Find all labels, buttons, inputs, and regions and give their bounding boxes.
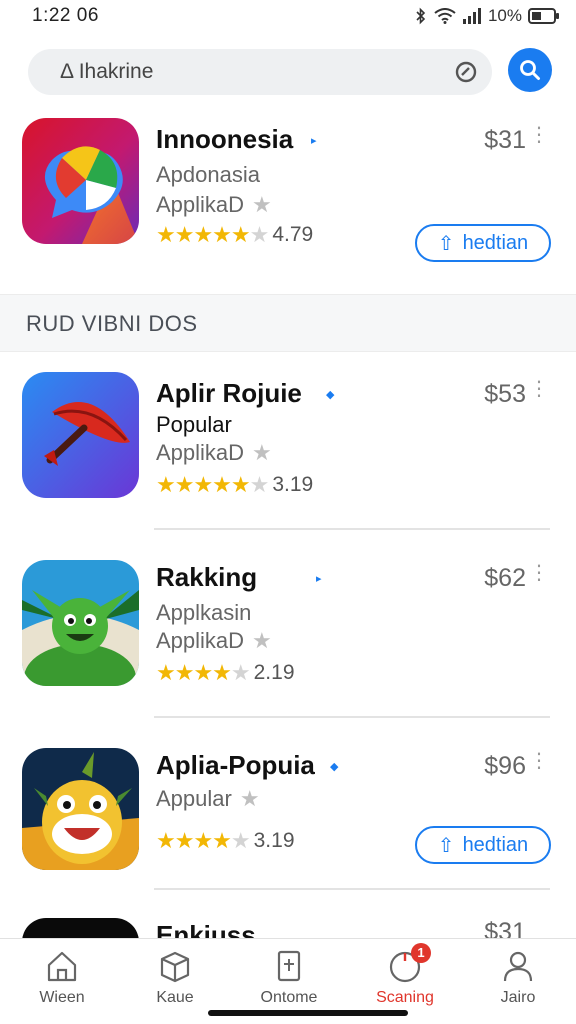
app-icon-aplia-popuia[interactable]: [22, 748, 139, 870]
app-row[interactable]: Enkiuss $31: [0, 918, 576, 940]
tab-label: Scaning: [376, 989, 434, 1006]
section-title: RUD VIBNI DOS: [26, 311, 198, 336]
voice-search-icon[interactable]: [454, 60, 478, 84]
app-name[interactable]: Aplia-Popuia: [156, 750, 315, 781]
app-row[interactable]: Aplia-Popuia ◆ Appular ★ ★★★★★ 3.19 $96 ⋮…: [0, 748, 576, 898]
notification-badge: 1: [411, 943, 431, 963]
app-rating: ★★★★★★ 4.79: [156, 222, 313, 248]
app-rating: ★★★★★ 2.19: [156, 660, 295, 686]
battery-icon: [528, 8, 559, 24]
app-price: $96: [484, 752, 526, 780]
status-bar: 1:22 06 10%: [0, 0, 576, 34]
tab-apps[interactable]: Kaue: [127, 949, 223, 1007]
tab-label: Ontome: [260, 989, 318, 1006]
box-icon: [160, 951, 190, 983]
rating-value: 3.19: [253, 829, 295, 852]
rating-stars-icon: ★★★★★★: [156, 222, 269, 247]
app-category: ApplikaD ★: [156, 628, 272, 654]
wifi-icon: [434, 8, 456, 24]
rating-value: 3.19: [272, 473, 314, 496]
app-name[interactable]: Innoonesia: [156, 124, 293, 155]
rating-stars-icon: ★★★★★★: [156, 472, 269, 497]
signal-icon: [462, 8, 481, 24]
battery-percent: 10%: [487, 6, 522, 25]
app-developer: Appular ★: [156, 786, 260, 812]
row-divider: [154, 528, 550, 530]
person-icon: [503, 951, 533, 982]
tab-scanning[interactable]: 1 Scaning: [357, 943, 453, 1007]
search-button[interactable]: [508, 48, 552, 92]
get-button-label: hedtian: [462, 231, 529, 254]
tab-books[interactable]: Ontome: [241, 949, 337, 1007]
tab-profile[interactable]: Jairo: [470, 949, 566, 1007]
share-icon: ⇧: [437, 834, 455, 857]
tab-label: Kaue: [156, 989, 194, 1006]
app-name[interactable]: Aplir Rojuie: [156, 378, 302, 409]
app-category-label: ApplikaD: [156, 628, 245, 653]
search-icon: [520, 60, 540, 80]
more-options-icon[interactable]: ⋮: [529, 751, 549, 771]
app-icon-aplir-rojuie[interactable]: [22, 372, 139, 498]
app-row[interactable]: Aplir Rojuie ◆ Popular ApplikaD ★ ★★★★★★ …: [0, 372, 576, 532]
search-row: [0, 46, 576, 100]
app-developer-label: Appular: [156, 786, 232, 811]
app-icon-rakking[interactable]: [22, 560, 139, 686]
home-icon: [47, 951, 77, 982]
tab-label: Jairo: [500, 989, 536, 1006]
app-category-label: ApplikaD: [156, 440, 245, 465]
rating-stars-icon: ★★★★★: [156, 828, 251, 853]
app-category: ApplikaD ★: [156, 192, 272, 218]
app-developer: Popular: [156, 412, 232, 437]
favorite-star-icon[interactable]: ★: [240, 786, 260, 811]
status-time: 1:22 06: [32, 5, 99, 26]
verified-icon: ▸: [311, 135, 317, 147]
app-icon-innoonesia[interactable]: [22, 118, 139, 244]
bluetooth-icon: [416, 7, 426, 25]
rating-value: 2.19: [253, 661, 295, 684]
more-options-icon[interactable]: ⋮: [529, 125, 549, 145]
app-name[interactable]: Enkiuss: [156, 920, 256, 940]
book-icon: [277, 950, 301, 982]
home-indicator[interactable]: [208, 1010, 408, 1016]
section-header: RUD VIBNI DOS: [0, 294, 576, 352]
app-price: $31: [484, 918, 526, 940]
search-box[interactable]: [28, 49, 492, 95]
search-input[interactable]: [28, 49, 492, 95]
favorite-star-icon[interactable]: ★: [252, 440, 272, 465]
get-button[interactable]: ⇧ hedtian: [415, 826, 551, 864]
app-price: $53: [484, 380, 526, 408]
app-developer: Apdonasia: [156, 162, 260, 187]
app-price: $62: [484, 564, 526, 592]
row-divider: [154, 888, 550, 890]
tab-label: Wieen: [39, 989, 85, 1006]
app-category: ApplikaD ★: [156, 440, 272, 466]
verified-icon: ▸: [316, 573, 322, 585]
featured-app-row[interactable]: Innoonesia ▸ Apdonasia ApplikaD ★ ★★★★★★ …: [0, 118, 576, 288]
app-developer: Applkasin: [156, 600, 252, 625]
share-icon: ⇧: [437, 232, 455, 255]
rating-stars-icon: ★★★★★: [156, 660, 251, 685]
app-price: $31: [484, 126, 526, 154]
app-rating: ★★★★★★ 3.19: [156, 472, 313, 498]
tab-home[interactable]: Wieen: [14, 949, 110, 1007]
verified-icon: ◆: [326, 389, 335, 401]
get-button[interactable]: ⇧ hedtian: [415, 224, 551, 262]
app-icon-enkiuss[interactable]: [22, 918, 139, 940]
verified-icon: ◆: [330, 761, 339, 773]
status-icons: 10%: [414, 6, 560, 26]
app-name[interactable]: Rakking: [156, 562, 257, 593]
more-options-icon[interactable]: ⋮: [529, 563, 549, 583]
favorite-star-icon[interactable]: ★: [252, 192, 272, 217]
row-divider: [154, 716, 550, 718]
app-category-label: ApplikaD: [156, 192, 245, 217]
get-button-label: hedtian: [462, 833, 529, 856]
favorite-star-icon[interactable]: ★: [252, 628, 272, 653]
app-rating: ★★★★★ 3.19: [156, 828, 295, 854]
app-row[interactable]: Rakking ▸ Applkasin ApplikaD ★ ★★★★★ 2.19…: [0, 560, 576, 710]
rating-value: 4.79: [272, 223, 314, 246]
more-options-icon[interactable]: ⋮: [529, 379, 549, 399]
